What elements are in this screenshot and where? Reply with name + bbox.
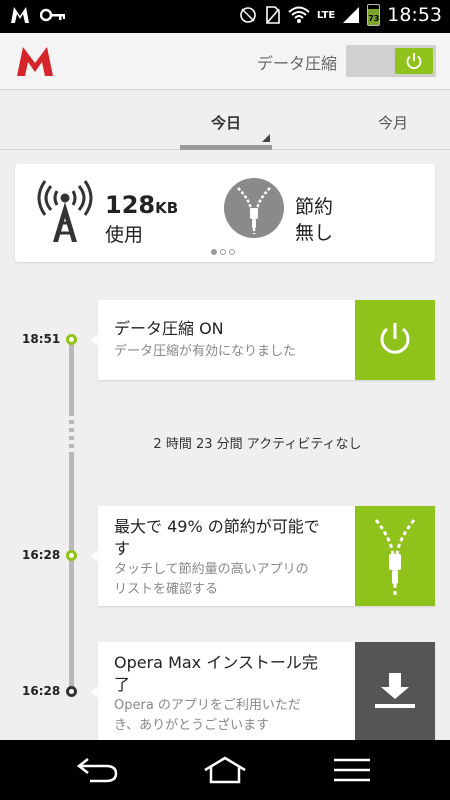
battery-icon: 73 bbox=[367, 4, 381, 26]
event-saving-suggestion[interactable]: 最大で 49% の節約が可能で す タッチして節約量の高いアプリの リストを確認… bbox=[98, 506, 435, 606]
event-title: Opera Max インストール完 了 bbox=[114, 652, 354, 696]
zipper-icon bbox=[224, 178, 284, 238]
event-compression-on[interactable]: データ圧縮 ON データ圧縮が有効になりました bbox=[98, 300, 435, 380]
power-icon bbox=[380, 323, 410, 354]
page-dot bbox=[220, 249, 226, 255]
event-tile bbox=[355, 300, 435, 380]
app-header: データ圧縮 bbox=[0, 33, 450, 90]
page-dot bbox=[229, 249, 235, 255]
timeline-line bbox=[69, 340, 74, 692]
event-desc-line-2: き、ありがとうございます bbox=[114, 718, 270, 733]
back-button[interactable] bbox=[72, 754, 122, 786]
download-icon bbox=[375, 673, 415, 708]
event-description: タッチして節約量の高いアプリの リストを確認する bbox=[114, 560, 354, 600]
signal-icon bbox=[343, 7, 360, 23]
event-desc-line-1: Opera のアプリをご利用いただ bbox=[114, 698, 301, 713]
timeline-dot bbox=[66, 686, 77, 697]
key-icon bbox=[40, 8, 65, 22]
toggle-knob bbox=[395, 48, 433, 74]
home-icon bbox=[204, 756, 246, 784]
compression-label: データ圧縮 bbox=[257, 54, 338, 73]
event-description: データ圧縮が有効になりました bbox=[114, 344, 297, 359]
event-title-line-2: 了 bbox=[114, 675, 131, 694]
antenna-icon bbox=[37, 180, 93, 242]
event-desc-line-2: リストを確認する bbox=[114, 582, 219, 597]
network-type: LTE bbox=[316, 9, 336, 21]
menu-icon bbox=[334, 758, 370, 782]
saving-label-1: 節約 bbox=[295, 196, 334, 218]
status-bar: LTE 73 18:53 bbox=[0, 0, 450, 33]
dropdown-caret-icon bbox=[262, 134, 270, 142]
usage-amount: 128KB bbox=[105, 191, 178, 219]
system-nav-bar bbox=[0, 740, 450, 800]
event-time: 18:51 bbox=[22, 332, 61, 346]
event-time: 16:28 bbox=[22, 684, 61, 698]
zipper-icon bbox=[374, 519, 416, 596]
timeline-dot bbox=[66, 550, 77, 561]
opera-m-icon bbox=[11, 7, 29, 23]
usage-unit: KB bbox=[155, 199, 179, 217]
back-icon bbox=[76, 758, 118, 783]
page-dot bbox=[211, 249, 217, 255]
event-title-line-1: 最大で 49% の節約が可能で bbox=[114, 517, 320, 536]
tab-indicator bbox=[180, 145, 272, 150]
menu-button[interactable] bbox=[327, 754, 377, 786]
home-button[interactable] bbox=[200, 754, 250, 786]
usage-label: 使用 bbox=[105, 224, 144, 246]
period-tabs: 今日 今月 bbox=[0, 90, 450, 150]
event-description: Opera のアプリをご利用いただ き、ありがとうございます bbox=[114, 696, 354, 736]
compression-toggle[interactable] bbox=[346, 45, 436, 77]
power-icon bbox=[406, 53, 422, 70]
no-activity-label: 2 時間 23 分間 アクティビティなし bbox=[153, 437, 362, 452]
clock: 18:53 bbox=[387, 4, 442, 26]
tab-month[interactable]: 今月 bbox=[378, 112, 408, 133]
notification-icon bbox=[240, 7, 256, 23]
saving-label-2: 無し bbox=[295, 222, 334, 244]
wifi-icon bbox=[288, 6, 310, 23]
event-tile bbox=[355, 642, 435, 740]
event-tile bbox=[355, 506, 435, 606]
opera-max-logo bbox=[17, 47, 53, 76]
event-time: 16:28 bbox=[22, 548, 61, 562]
event-desc-line-1: タッチして節約量の高いアプリの bbox=[114, 562, 309, 577]
no-sim-icon bbox=[266, 6, 280, 24]
summary-card[interactable]: 128KB 使用 節約 無し bbox=[15, 164, 435, 262]
timeline-dot bbox=[66, 334, 77, 345]
event-install-complete[interactable]: Opera Max インストール完 了 Opera のアプリをご利用いただ き、… bbox=[98, 642, 435, 740]
event-title: データ圧縮 ON bbox=[114, 319, 224, 338]
event-title: 最大で 49% の節約が可能で す bbox=[114, 516, 354, 560]
page-indicator bbox=[211, 249, 235, 255]
event-title-line-2: す bbox=[114, 539, 131, 558]
tab-today-label: 今日 bbox=[210, 114, 241, 132]
usage-number: 128 bbox=[105, 191, 156, 219]
event-title-line-1: Opera Max インストール完 bbox=[114, 653, 318, 672]
tab-today[interactable]: 今日 bbox=[180, 90, 272, 150]
